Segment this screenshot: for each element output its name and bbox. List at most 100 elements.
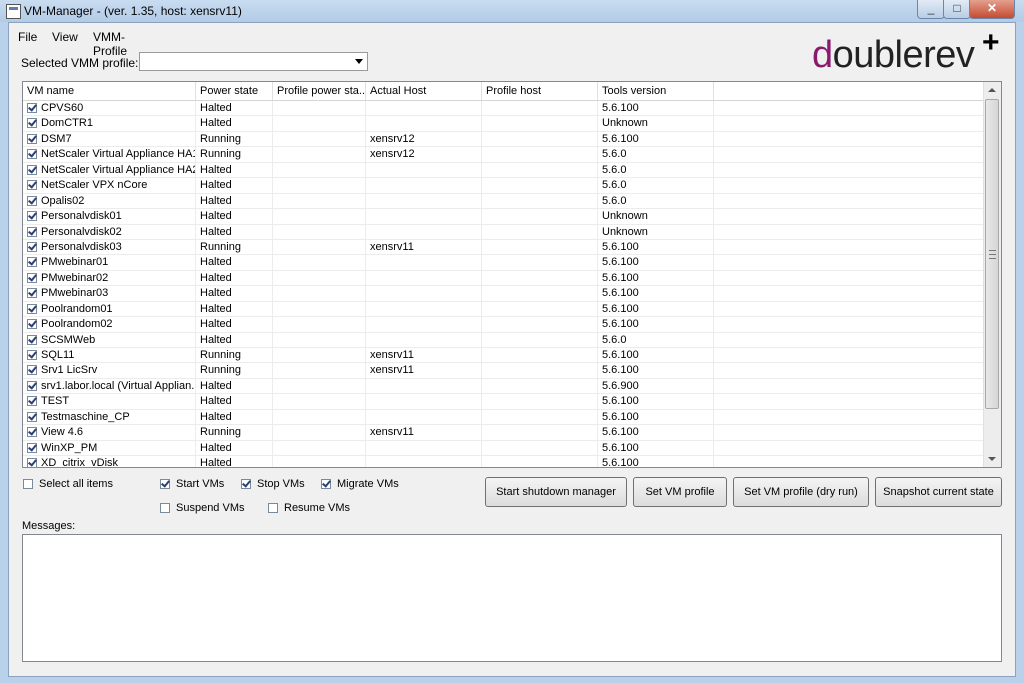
maximize-button[interactable]: □ [943, 0, 971, 19]
table-row[interactable]: WinXP_PM Halted 5.6.100 [23, 440, 985, 457]
row-checkbox[interactable] [27, 103, 37, 113]
row-checkbox[interactable] [27, 118, 37, 129]
table-row[interactable]: Opalis02 Halted 5.6.0 [23, 193, 985, 210]
row-checkbox[interactable] [27, 365, 37, 376]
set-vm-profile-button[interactable]: Set VM profile [633, 477, 727, 507]
vm-name-text: Personalvdisk01 [41, 210, 122, 223]
row-checkbox[interactable] [27, 458, 37, 467]
migrate-vms-checkbox[interactable]: Migrate VMs [321, 478, 399, 490]
logo-plus: + [982, 26, 1000, 59]
table-row[interactable]: CPVS60 Halted 5.6.100 [23, 101, 985, 117]
column-header-actual-host[interactable]: Actual Host [366, 82, 482, 100]
row-checkbox[interactable] [27, 411, 37, 422]
checkbox-migrate-vms[interactable] [321, 479, 331, 489]
messages-textarea[interactable] [22, 534, 1002, 662]
cell-vm-name: srv1.labor.local (Virtual Applian... [23, 378, 196, 394]
vm-table[interactable]: VM name Power state Profile power sta...… [22, 81, 1002, 468]
cell-profile-host [482, 317, 598, 333]
table-row[interactable]: PMwebinar01 Halted 5.6.100 [23, 255, 985, 271]
table-row[interactable]: srv1.labor.local (Virtual Applian... Halt… [23, 378, 985, 395]
row-checkbox[interactable] [27, 380, 37, 391]
checkbox-suspend-vms[interactable] [160, 503, 170, 513]
table-row[interactable]: TEST Halted 5.6.100 [23, 394, 985, 410]
table-row[interactable]: Poolrandom01 Halted 5.6.100 [23, 301, 985, 318]
profile-dropdown[interactable] [139, 52, 368, 71]
scrollbar-thumb[interactable] [985, 99, 999, 409]
row-checkbox[interactable] [27, 303, 37, 314]
table-row[interactable]: Srv1 LicSrv Running xensrv11 5.6.100 [23, 363, 985, 379]
column-header-power-state[interactable]: Power state [196, 82, 273, 100]
column-header-profile-power-state[interactable]: Profile power sta... [273, 82, 366, 100]
table-row[interactable]: PMwebinar02 Halted 5.6.100 [23, 270, 985, 287]
column-header-profile-host[interactable]: Profile host [482, 82, 598, 100]
suspend-vms-checkbox[interactable]: Suspend VMs [160, 502, 244, 514]
row-checkbox[interactable] [27, 350, 37, 360]
cell-profile-power-state [273, 394, 366, 410]
scroll-up-icon[interactable] [988, 88, 996, 92]
start-shutdown-manager-button[interactable]: Start shutdown manager [485, 477, 627, 507]
close-button[interactable]: ✕ [969, 0, 1015, 19]
cell-vm-name: PMwebinar01 [23, 255, 196, 271]
vm-name-text: Poolrandom02 [41, 318, 113, 331]
cell-actual-host [366, 193, 482, 209]
row-checkbox[interactable] [27, 257, 37, 268]
row-checkbox[interactable] [27, 241, 37, 252]
set-vm-profile-dry-run-button[interactable]: Set VM profile (dry run) [733, 477, 869, 507]
table-row[interactable]: SQL11 Running xensrv11 5.6.100 [23, 348, 985, 364]
snapshot-current-state-button[interactable]: Snapshot current state [875, 477, 1002, 507]
row-checkbox[interactable] [27, 272, 37, 283]
row-checkbox[interactable] [27, 226, 37, 237]
cell-power-state: Halted [196, 332, 273, 348]
table-row[interactable]: DSM7 Running xensrv12 5.6.100 [23, 131, 985, 148]
cell-tools-version: 5.6.0 [598, 162, 714, 178]
row-checkbox[interactable] [27, 396, 37, 407]
vm-name-text: PMwebinar02 [41, 271, 109, 284]
start-vms-checkbox[interactable]: Start VMs [160, 478, 224, 490]
table-row[interactable]: SCSMWeb Halted 5.6.0 [23, 332, 985, 348]
table-row[interactable]: NetScaler VPX nCore Halted 5.6.0 [23, 178, 985, 194]
scroll-down-icon[interactable] [988, 457, 996, 461]
menu-vmm-profile[interactable]: VMM-Profile [93, 30, 127, 58]
row-checkbox[interactable] [27, 211, 37, 222]
stop-vms-checkbox[interactable]: Stop VMs [241, 478, 305, 490]
table-row[interactable]: PMwebinar03 Halted 5.6.100 [23, 286, 985, 302]
cell-tools-version: 5.6.100 [598, 270, 714, 286]
logo-letter-d: d [812, 34, 833, 76]
vm-name-text: Poolrandom01 [41, 302, 113, 315]
table-row[interactable]: DomCTR1 Halted Unknown [23, 116, 985, 132]
minimize-button[interactable]: _ [917, 0, 945, 19]
checkbox-stop-vms[interactable] [241, 479, 251, 489]
row-checkbox[interactable] [27, 427, 37, 438]
title-bar[interactable]: VM-Manager - (ver. 1.35, host: xensrv11)… [0, 0, 1024, 22]
vertical-scrollbar[interactable] [983, 82, 1001, 467]
table-row[interactable]: Testmaschine_CP Halted 5.6.100 [23, 409, 985, 426]
table-row[interactable]: NetScaler Virtual Appliance HA1 Running xe… [23, 147, 985, 163]
checkbox-start-vms[interactable] [160, 479, 170, 489]
row-checkbox[interactable] [27, 180, 37, 191]
column-header-tools-version[interactable]: Tools version [598, 82, 714, 100]
table-row[interactable]: XD_citrix_vDisk Halted 5.6.100 [23, 456, 985, 467]
table-row[interactable]: Poolrandom02 Halted 5.6.100 [23, 317, 985, 333]
row-checkbox[interactable] [27, 149, 37, 160]
row-checkbox[interactable] [27, 164, 37, 175]
menu-file[interactable]: File [18, 30, 37, 44]
table-row[interactable]: Personalvdisk01 Halted Unknown [23, 209, 985, 225]
cell-actual-host [366, 301, 482, 317]
row-checkbox[interactable] [27, 442, 37, 453]
column-header-vm-name[interactable]: VM name [23, 82, 196, 100]
menu-view[interactable]: View [52, 30, 78, 44]
row-checkbox[interactable] [27, 133, 37, 144]
row-checkbox[interactable] [27, 288, 37, 299]
checkbox-resume-vms[interactable] [268, 503, 278, 513]
checkbox-select-all[interactable] [23, 479, 33, 489]
table-row[interactable]: Personalvdisk02 Halted Unknown [23, 224, 985, 240]
select-all-checkbox[interactable]: Select all items [23, 478, 113, 490]
table-row[interactable]: View 4.6 Running xensrv11 5.6.100 [23, 425, 985, 441]
cell-tools-version: Unknown [598, 224, 714, 240]
row-checkbox[interactable] [27, 334, 37, 345]
table-row[interactable]: NetScaler Virtual Appliance HA2 Halted 5.6… [23, 162, 985, 179]
row-checkbox[interactable] [27, 195, 37, 206]
resume-vms-checkbox[interactable]: Resume VMs [268, 502, 350, 514]
row-checkbox[interactable] [27, 319, 37, 330]
table-row[interactable]: Personalvdisk03 Running xensrv11 5.6.100 [23, 239, 985, 256]
